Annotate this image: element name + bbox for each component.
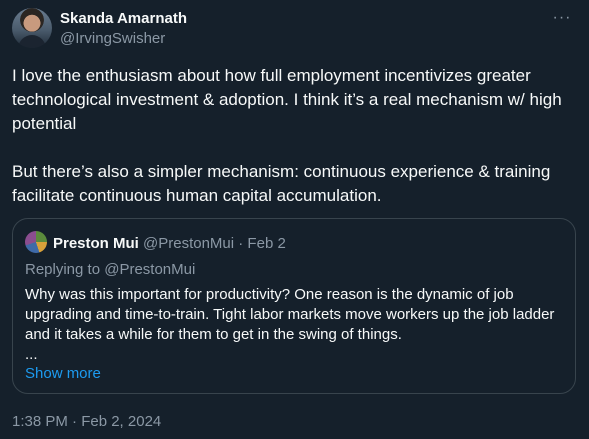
- tweet-timestamp[interactable]: 1:38 PM · Feb 2, 2024: [12, 413, 161, 430]
- ellipsis-icon: ···: [552, 9, 572, 26]
- quoted-author-name: Preston Mui: [53, 235, 139, 252]
- more-options-button[interactable]: ···: [547, 6, 577, 30]
- show-more-link[interactable]: Show more: [25, 365, 101, 382]
- quoted-handle-date: @PrestonMui · Feb 2: [138, 235, 286, 252]
- replying-to-label: Replying to @PrestonMui: [25, 261, 196, 278]
- quoted-tweet-text: Why was this important for productivity?…: [25, 286, 555, 343]
- author-name[interactable]: Skanda Amarnath: [60, 10, 187, 27]
- tweet-text: I love the enthusiasm about how full emp…: [12, 66, 562, 205]
- quoted-tweet-header: Preston Mui @PrestonMui · Feb 2: [53, 235, 286, 252]
- author-handle[interactable]: @IrvingSwisher: [60, 30, 165, 47]
- author-avatar[interactable]: [12, 8, 52, 48]
- quoted-tweet-card[interactable]: Preston Mui @PrestonMui · Feb 2 Replying…: [12, 218, 576, 394]
- quoted-author-avatar: [25, 231, 47, 253]
- quoted-ellipsis: ...: [25, 346, 38, 363]
- tweet: Skanda Amarnath @IrvingSwisher ··· I lov…: [0, 0, 589, 439]
